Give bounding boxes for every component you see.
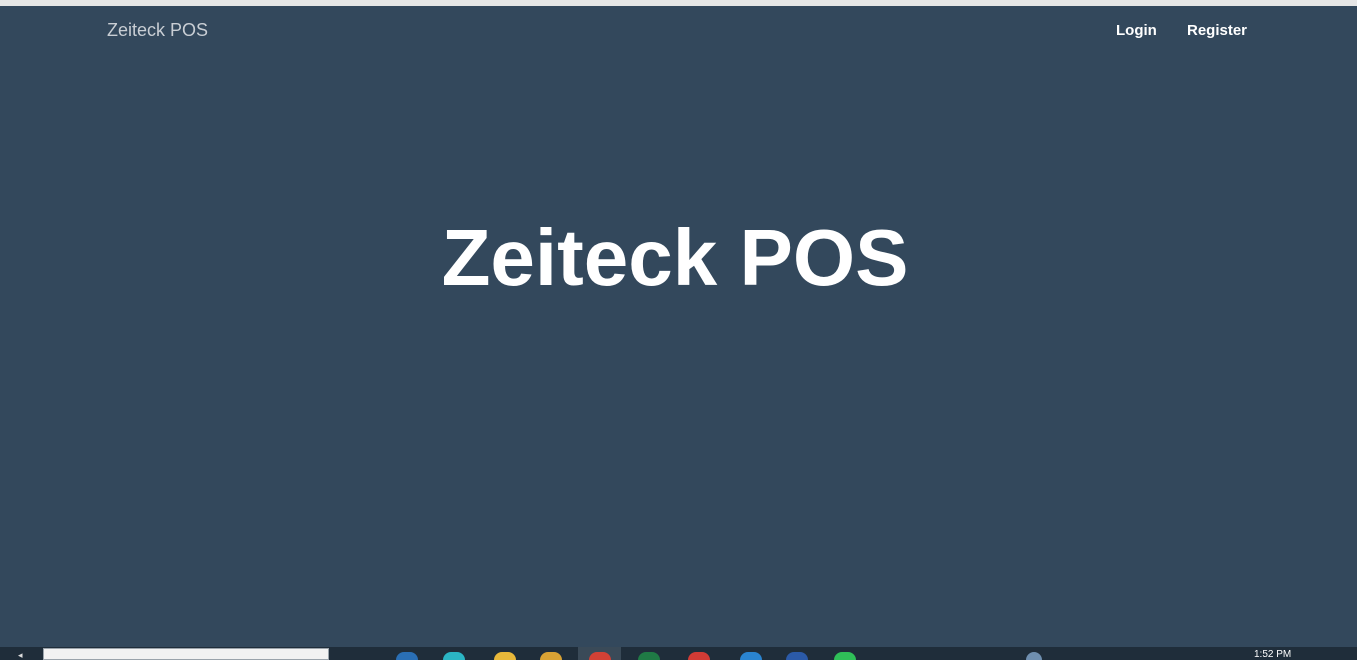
file-explorer-icon[interactable]	[540, 652, 562, 660]
hero-title: Zeiteck POS	[441, 213, 909, 302]
brand-link[interactable]: Zeiteck POS	[107, 20, 208, 41]
login-link[interactable]: Login	[1116, 22, 1157, 39]
chrome-icon[interactable]	[589, 652, 611, 660]
opera-icon[interactable]	[688, 652, 710, 660]
start-icon[interactable]: ◂	[18, 650, 28, 660]
word-icon[interactable]	[786, 652, 808, 660]
top-navbar: Zeiteck POS Login Register	[0, 6, 1357, 56]
vscode-icon[interactable]	[740, 652, 762, 660]
edge-icon[interactable]	[396, 652, 418, 660]
taskbar-clock[interactable]: 1:52 PM	[1254, 649, 1291, 660]
windows-taskbar: ◂ 1:52 PM	[0, 647, 1357, 660]
plus-pattern-background	[0, 6, 1357, 647]
folder-icon[interactable]	[494, 652, 516, 660]
taskbar-search-box[interactable]	[43, 648, 329, 660]
landing-page: Zeiteck POS Login Register Zeiteck POS	[0, 6, 1357, 647]
register-link[interactable]: Register	[1187, 22, 1247, 39]
notification-icon[interactable]	[1026, 652, 1042, 660]
excel-icon[interactable]	[638, 652, 660, 660]
whatsapp-icon[interactable]	[834, 652, 856, 660]
app-icon[interactable]	[443, 652, 465, 660]
